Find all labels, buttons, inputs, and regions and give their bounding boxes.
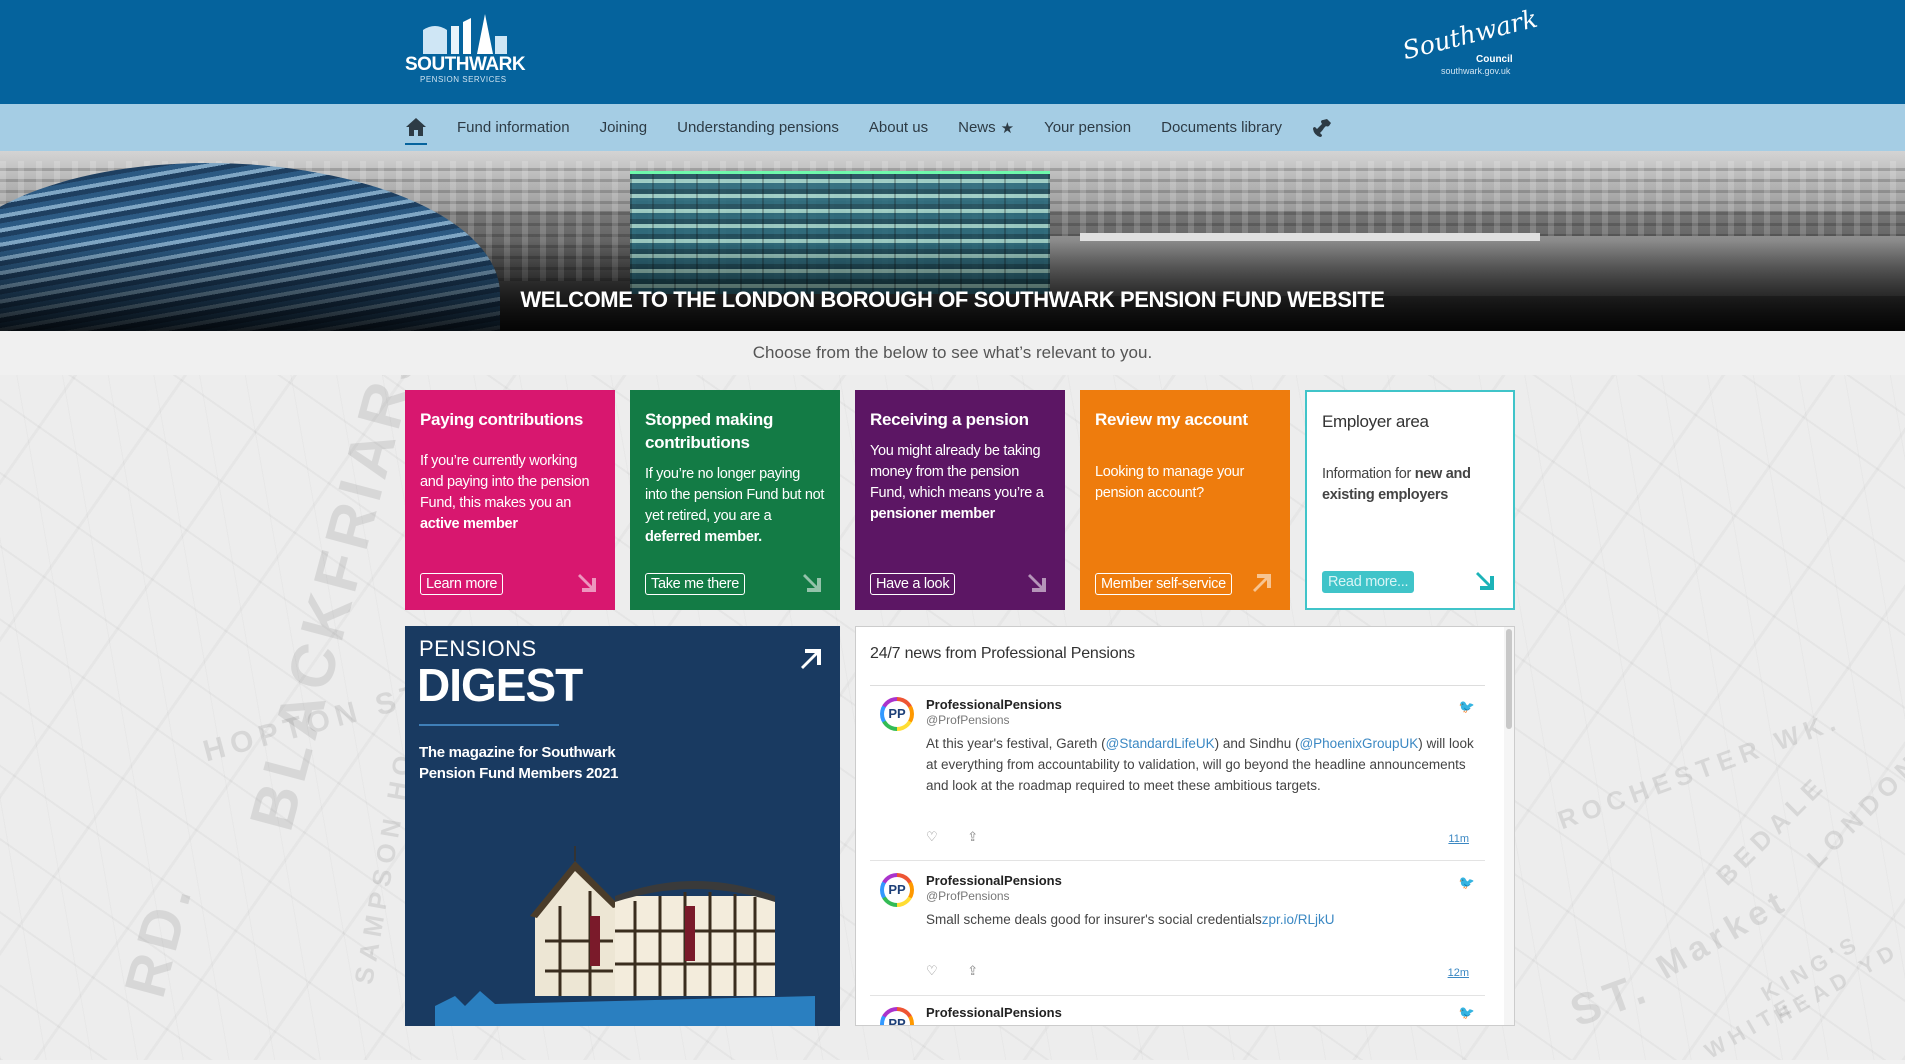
- hero-banner: WELCOME TO THE LONDON BOROUGH OF SOUTHWA…: [0, 151, 1905, 331]
- tweet-text: At this year's festival, Gareth (@Standa…: [926, 736, 1474, 793]
- card-employer-area[interactable]: Employer area Information for new and ex…: [1305, 390, 1515, 610]
- news-feed-scrollbar[interactable]: [1504, 627, 1514, 1025]
- tweet-actions: ♡ ⇪: [926, 829, 978, 845]
- star-icon: ★: [1000, 119, 1015, 137]
- arrow-down-right-icon: [1476, 572, 1494, 590]
- avatar[interactable]: PP: [880, 1007, 914, 1025]
- hero-shade: [0, 241, 1905, 331]
- card-title: Review my account: [1095, 410, 1248, 429]
- scrollbar-thumb[interactable]: [1506, 629, 1512, 729]
- main-nav: Fund information Joining Understanding p…: [0, 104, 1905, 151]
- southwark-council-logo[interactable]: Southwark Council southwark.gov.uk: [1383, 4, 1541, 80]
- read-more-button[interactable]: Read more...: [1322, 571, 1415, 593]
- hero-bridge: [1080, 233, 1540, 241]
- nav-about-us[interactable]: About us: [869, 119, 928, 136]
- nav-home[interactable]: [405, 117, 427, 145]
- card-stopped-contributions[interactable]: Stopped making contributions If you’re n…: [630, 390, 840, 610]
- card-description: If you’re currently working and paying i…: [420, 453, 590, 532]
- council-label: Council: [1476, 54, 1513, 65]
- home-icon: [406, 117, 426, 136]
- map-label: RD.: [112, 873, 206, 1004]
- divider: [870, 860, 1485, 861]
- card-paying-contributions[interactable]: Paying contributions If you’re currently…: [405, 390, 615, 610]
- divider: [870, 995, 1485, 996]
- tweet-mention-link[interactable]: @PhoenixGroupUK: [1299, 736, 1418, 751]
- tweet-short-link[interactable]: zpr.io/RLjkU: [1262, 912, 1335, 927]
- nav-joining[interactable]: Joining: [600, 119, 648, 136]
- intro-text: Choose from the below to see what’s rele…: [0, 331, 1905, 375]
- tweet-author-handle[interactable]: @ProfPensions: [926, 889, 1010, 903]
- card-description: Information for new and existing employe…: [1322, 466, 1471, 503]
- tweet[interactable]: PP ProfessionalPensions @ProfPensions 🐦 …: [870, 863, 1485, 993]
- nav-documents-library[interactable]: Documents library: [1161, 119, 1282, 136]
- card-description: You might already be taking money from t…: [870, 443, 1044, 522]
- twitter-bird-icon[interactable]: 🐦: [1459, 875, 1475, 891]
- nav-your-pension[interactable]: Your pension: [1044, 119, 1131, 136]
- nav-news[interactable]: News ★: [958, 119, 1014, 137]
- card-title: Paying contributions: [420, 410, 584, 429]
- card-title: Receiving a pension: [870, 410, 1029, 429]
- tweet-author-name[interactable]: ProfessionalPensions: [926, 1005, 1062, 1020]
- like-heart-icon[interactable]: ♡: [926, 963, 938, 978]
- arrow-up-right-icon[interactable]: [798, 646, 824, 672]
- twitter-bird-icon[interactable]: 🐦: [1459, 1005, 1475, 1021]
- avatar[interactable]: PP: [880, 697, 914, 731]
- member-self-service-button[interactable]: Member self-service: [1095, 573, 1232, 595]
- site-header: SOUTHWARK PENSION SERVICES Southwark Cou…: [0, 0, 1905, 104]
- arrow-up-right-icon: [1253, 574, 1271, 592]
- tweet-timestamp[interactable]: 11m: [1448, 833, 1469, 845]
- tweet-author-name[interactable]: ProfessionalPensions: [926, 697, 1062, 712]
- news-feed-heading: 24/7 news from Professional Pensions: [870, 645, 1135, 662]
- map-label: BEDALE: [1709, 769, 1833, 892]
- nav-contact[interactable]: [1312, 118, 1332, 138]
- tweet-author-handle[interactable]: @ProfPensions: [926, 713, 1010, 727]
- nav-fund-information[interactable]: Fund information: [457, 119, 570, 136]
- tweet-timestamp[interactable]: 12m: [1448, 967, 1469, 979]
- have-a-look-button[interactable]: Have a look: [870, 573, 956, 595]
- card-description: Looking to manage your pension account?: [1095, 464, 1244, 501]
- nav-understanding-pensions[interactable]: Understanding pensions: [677, 119, 839, 136]
- logo-subtitle: PENSION SERVICES: [420, 75, 507, 84]
- share-icon[interactable]: ⇪: [967, 829, 978, 844]
- map-label: Market: [1650, 881, 1796, 987]
- arrow-down-right-icon: [578, 574, 596, 592]
- like-heart-icon[interactable]: ♡: [926, 829, 938, 844]
- tweet-actions: ♡ ⇪: [926, 963, 978, 979]
- avatar[interactable]: PP: [880, 873, 914, 907]
- learn-more-button[interactable]: Learn more: [420, 573, 504, 595]
- map-label: ST.: [1563, 962, 1658, 1037]
- card-receiving-pension[interactable]: Receiving a pension You might already be…: [855, 390, 1065, 610]
- card-description: If you’re no longer paying into the pens…: [645, 466, 825, 545]
- digest-label-big: DIGEST: [417, 659, 583, 711]
- divider: [870, 685, 1485, 686]
- share-icon[interactable]: ⇪: [967, 963, 978, 978]
- logo-wordmark: SOUTHWARK: [405, 54, 526, 75]
- news-feed-panel: 24/7 news from Professional Pensions PP …: [855, 626, 1515, 1026]
- digest-rule: [419, 724, 559, 726]
- hero-title: WELCOME TO THE LONDON BOROUGH OF SOUTHWA…: [520, 287, 1385, 312]
- tweet-author-name[interactable]: ProfessionalPensions: [926, 873, 1062, 888]
- tweet[interactable]: PP ProfessionalPensions @ProfPensions 🐦 …: [870, 687, 1485, 847]
- tweet-mention-link[interactable]: @StandardLifeUK: [1106, 736, 1215, 751]
- map-label: LONDON: [1800, 746, 1905, 874]
- twitter-bird-icon[interactable]: 🐦: [1459, 699, 1475, 715]
- globe-theatre-illustration: [435, 846, 815, 1026]
- pensions-digest-panel[interactable]: PENSIONS DIGEST The magazine for Southwa…: [405, 626, 840, 1026]
- tweet-text: Small scheme deals good for insurer's so…: [926, 912, 1335, 927]
- take-me-there-button[interactable]: Take me there: [645, 573, 745, 595]
- card-review-account[interactable]: Review my account Looking to manage your…: [1080, 390, 1290, 610]
- phone-icon: [1312, 118, 1331, 137]
- tweet[interactable]: PP ProfessionalPensions 🐦: [870, 997, 1485, 1025]
- card-title: Employer area: [1322, 412, 1429, 431]
- nav-news-label: News: [958, 119, 996, 136]
- council-url: southwark.gov.uk: [1441, 66, 1511, 76]
- arrow-down-right-icon: [1028, 574, 1046, 592]
- southwark-pension-logo[interactable]: SOUTHWARK PENSION SERVICES: [405, 14, 526, 86]
- card-title: Stopped making contributions: [645, 410, 774, 452]
- council-script: Southwark: [1399, 3, 1541, 66]
- arrow-down-right-icon: [803, 574, 821, 592]
- skyline-logo-icon: [423, 14, 507, 54]
- digest-tagline: The magazine for Southwark Pension Fund …: [419, 744, 619, 782]
